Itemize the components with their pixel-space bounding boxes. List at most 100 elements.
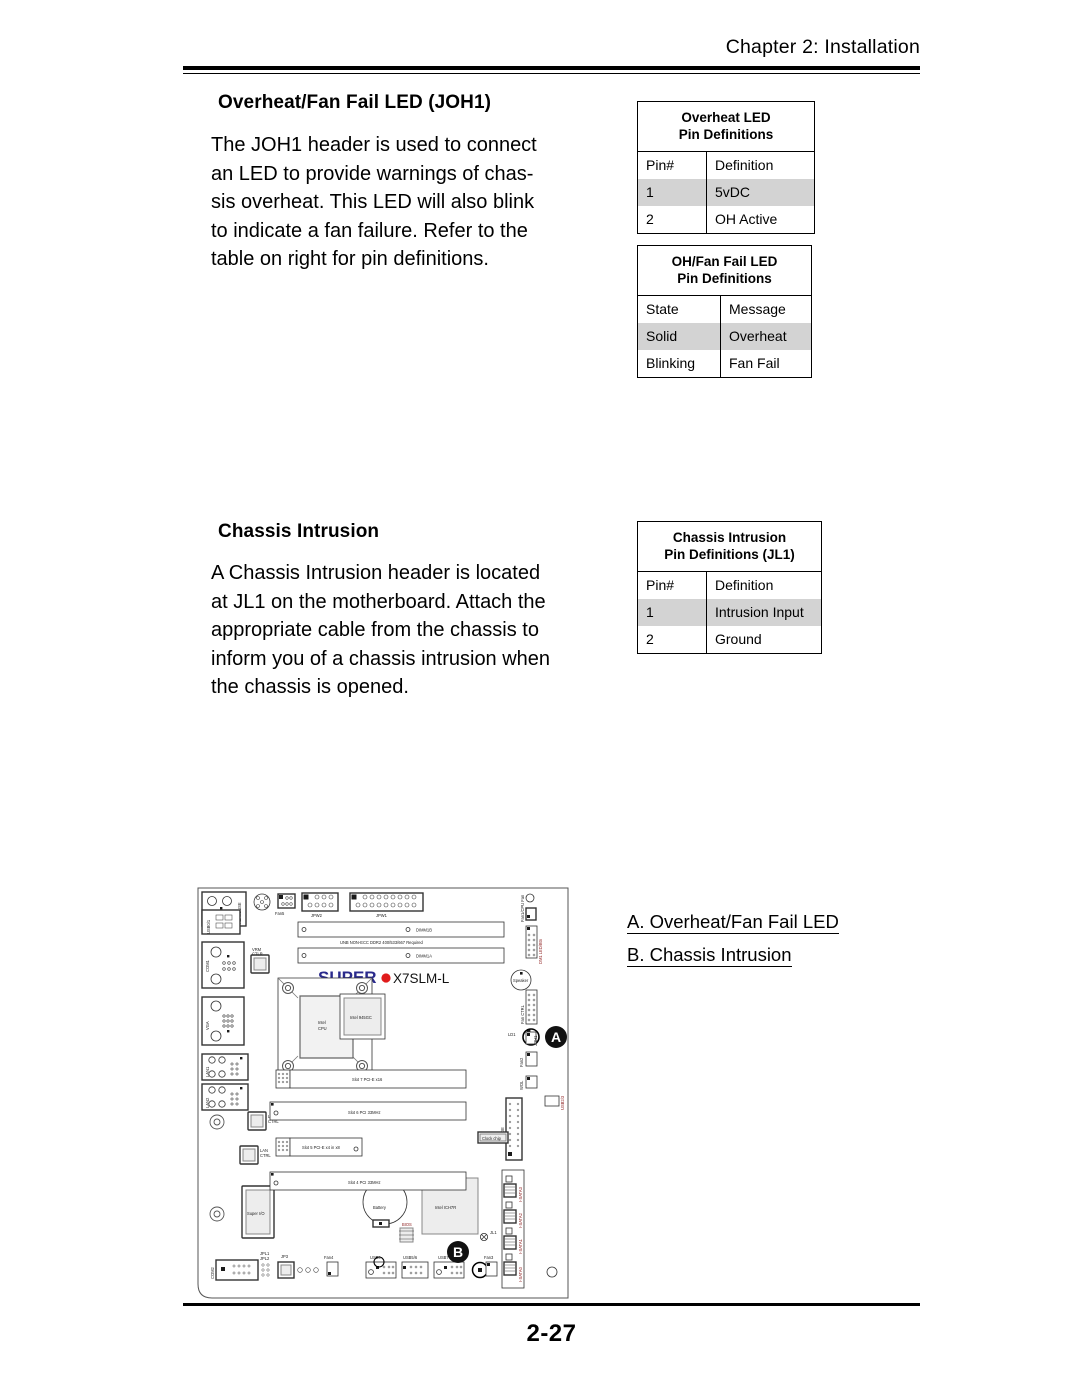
- table-row: 2 OH Active: [637, 206, 815, 234]
- column-header-definition: Definition: [706, 571, 822, 599]
- table-header-row: State Message: [637, 295, 812, 323]
- cell-definition: OH Active: [706, 206, 815, 234]
- table-row: 1 Intrusion Input: [637, 599, 822, 626]
- paragraph-line: table on right for pin definitions.: [211, 248, 489, 271]
- table-chassis-intrusion-pin-definitions: Chassis Intrusion Pin Definitions (JL1) …: [637, 521, 822, 654]
- label-fan3: Fan3: [484, 1255, 494, 1260]
- motherboard-diagram: .brd { fill:#ffffff; stroke:#555; stroke…: [190, 884, 575, 1304]
- column-header-pin: Pin#: [637, 151, 707, 179]
- table-overheat-led-pin-definitions: Overheat LED Pin Definitions Pin# Defini…: [637, 101, 815, 234]
- section-title-overheat-fan-fail-led: Overheat/Fan Fail LED (JOH1): [218, 92, 492, 113]
- label-vrm-ctlr2: CTLR: [252, 952, 263, 957]
- label-speaker: Speaker: [513, 978, 529, 983]
- callout-label-b: B: [453, 1244, 463, 1260]
- header-rule-thin: [183, 73, 920, 75]
- legend-item-b: B. Chassis Intrusion: [627, 944, 792, 967]
- label-com1: COM1: [205, 959, 210, 972]
- callout-label-a: A: [551, 1029, 561, 1045]
- cell-state: Blinking: [637, 350, 721, 378]
- cell-pin: 1: [637, 599, 707, 626]
- page-number: 2-27: [526, 1320, 577, 1347]
- label-jpw2: JPW2: [311, 913, 323, 918]
- cell-pin: 2: [637, 626, 707, 654]
- table-row: 1 5vDC: [637, 179, 815, 206]
- table-caption-line1: OH/Fan Fail LED: [671, 254, 778, 269]
- table-row: Blinking Fan Fail: [637, 350, 812, 378]
- label-sata0: I-SATA0: [518, 1266, 523, 1282]
- label-slot6: Slot 6 PCI 33MHz: [348, 1110, 381, 1115]
- table-header-row: Pin# Definition: [637, 151, 815, 179]
- cell-message: Overheat: [720, 323, 812, 350]
- label-jl1: JL1: [490, 1230, 497, 1235]
- column-header-state: State: [637, 295, 721, 323]
- label-slot5: Slot 5 PCI-E x4 in x8: [302, 1145, 340, 1150]
- paragraph-line: an LED to provide warnings of chas-: [211, 162, 534, 185]
- label-usb01: USB0/1: [206, 919, 211, 934]
- label-super-io: Super I/O: [247, 1211, 265, 1216]
- paragraph-line: inform you of a chassis intrusion when: [211, 647, 551, 670]
- cell-definition: Ground: [706, 626, 822, 654]
- label-fan5: Fan5: [275, 911, 285, 916]
- label-joh1: JOH1: [533, 1035, 538, 1046]
- label-cpu: Intel: [318, 1020, 326, 1025]
- cell-pin: 1: [637, 179, 707, 206]
- table-row: Solid Overheat: [637, 323, 812, 350]
- label-com2: COM2: [210, 1266, 215, 1279]
- label-sata1: I-SATA1: [518, 1238, 523, 1254]
- label-memory-note: UNB NON-ECC DDR2 400/533/667 Required: [340, 940, 424, 945]
- label-sata2: I-SATA2: [518, 1212, 523, 1228]
- brand-dot-icon: [381, 973, 391, 983]
- section-paragraph-overheat: The JOH1 header is used to connect an LE…: [211, 131, 543, 274]
- table-row: 2 Ground: [637, 626, 822, 654]
- label-fan2: Fan2: [519, 1057, 524, 1067]
- label-fp-ctrl: DM1 LED/Btn: [538, 938, 543, 964]
- diagram-legend: A. Overheat/Fan Fail LED B. Chassis Intr…: [627, 905, 839, 971]
- label-sata3: I-SATA3: [518, 1186, 523, 1202]
- table-caption-line1: Chassis Intrusion: [672, 530, 787, 545]
- label-lan2: LAN2: [205, 1097, 210, 1108]
- label-jpl2: JPL2: [260, 1256, 270, 1261]
- label-dimm1a: DIMM1A: [416, 954, 432, 959]
- label-usb23: USB2/3: [560, 1095, 565, 1110]
- label-fan4: Fan4: [324, 1255, 334, 1260]
- label-lan1: LAN1: [205, 1066, 210, 1077]
- board-model: X7SLM-L: [393, 971, 450, 986]
- cell-definition: Intrusion Input: [706, 599, 822, 626]
- cell-state: Solid: [637, 323, 721, 350]
- label-dimm1b: DIMM1B: [416, 928, 432, 933]
- label-battery: Battery: [373, 1205, 387, 1210]
- label-lan-ctrl-2b: CTRL: [260, 1153, 271, 1158]
- paragraph-line: to indicate a fan failure. Refer to the: [211, 219, 528, 242]
- paragraph-line: A Chassis Intrusion header is located: [211, 562, 541, 584]
- label-usb56: USB5/6: [403, 1255, 418, 1260]
- table-caption-line2: Pin Definitions: [678, 127, 774, 142]
- paragraph-line: appropriate cable from the chassis to: [211, 619, 539, 642]
- column-header-message: Message: [720, 295, 812, 323]
- label-wol: WOL: [519, 1080, 524, 1090]
- label-fan-cpu: Fan1/CPU Fan: [520, 894, 525, 922]
- table-oh-fan-fail-led-pin-definitions: OH/Fan Fail LED Pin Definitions State Me…: [637, 245, 812, 378]
- header-rule-thick: [183, 66, 920, 70]
- label-slot7: Slot 7 PCI-E x16: [352, 1077, 383, 1082]
- cell-pin: 2: [637, 206, 707, 234]
- table-caption: Chassis Intrusion Pin Definitions (JL1): [637, 521, 822, 572]
- paragraph-line: at JL1 on the motherboard. Attach the: [211, 590, 546, 613]
- paragraph-line: The JOH1 header is used to connect: [211, 134, 537, 156]
- footer-rule: [183, 1303, 920, 1307]
- motherboard-svg: .brd { fill:#ffffff; stroke:#555; stroke…: [197, 887, 569, 1299]
- paragraph-line: the chassis is opened.: [211, 676, 409, 699]
- table-caption-line2: Pin Definitions: [677, 271, 772, 286]
- label-vga: VGA: [205, 1021, 210, 1030]
- label-slot4: Slot 4 PCI 33MHz: [348, 1180, 381, 1185]
- cell-message: Fan Fail: [720, 350, 812, 378]
- running-header: Chapter 2: Installation: [725, 36, 920, 58]
- column-header-definition: Definition: [706, 151, 815, 179]
- table-caption: OH/Fan Fail LED Pin Definitions: [637, 245, 812, 296]
- column-header-pin: Pin#: [637, 571, 707, 599]
- label-cpu2: CPU: [318, 1026, 327, 1031]
- cell-definition: 5vDC: [706, 179, 815, 206]
- legend-item-a: A. Overheat/Fan Fail LED: [627, 911, 839, 934]
- table-caption-line2: Pin Definitions (JL1): [664, 547, 795, 562]
- label-clock-chip: Clock chip: [482, 1136, 502, 1141]
- label-southbridge: Intel ICH7R: [435, 1205, 456, 1210]
